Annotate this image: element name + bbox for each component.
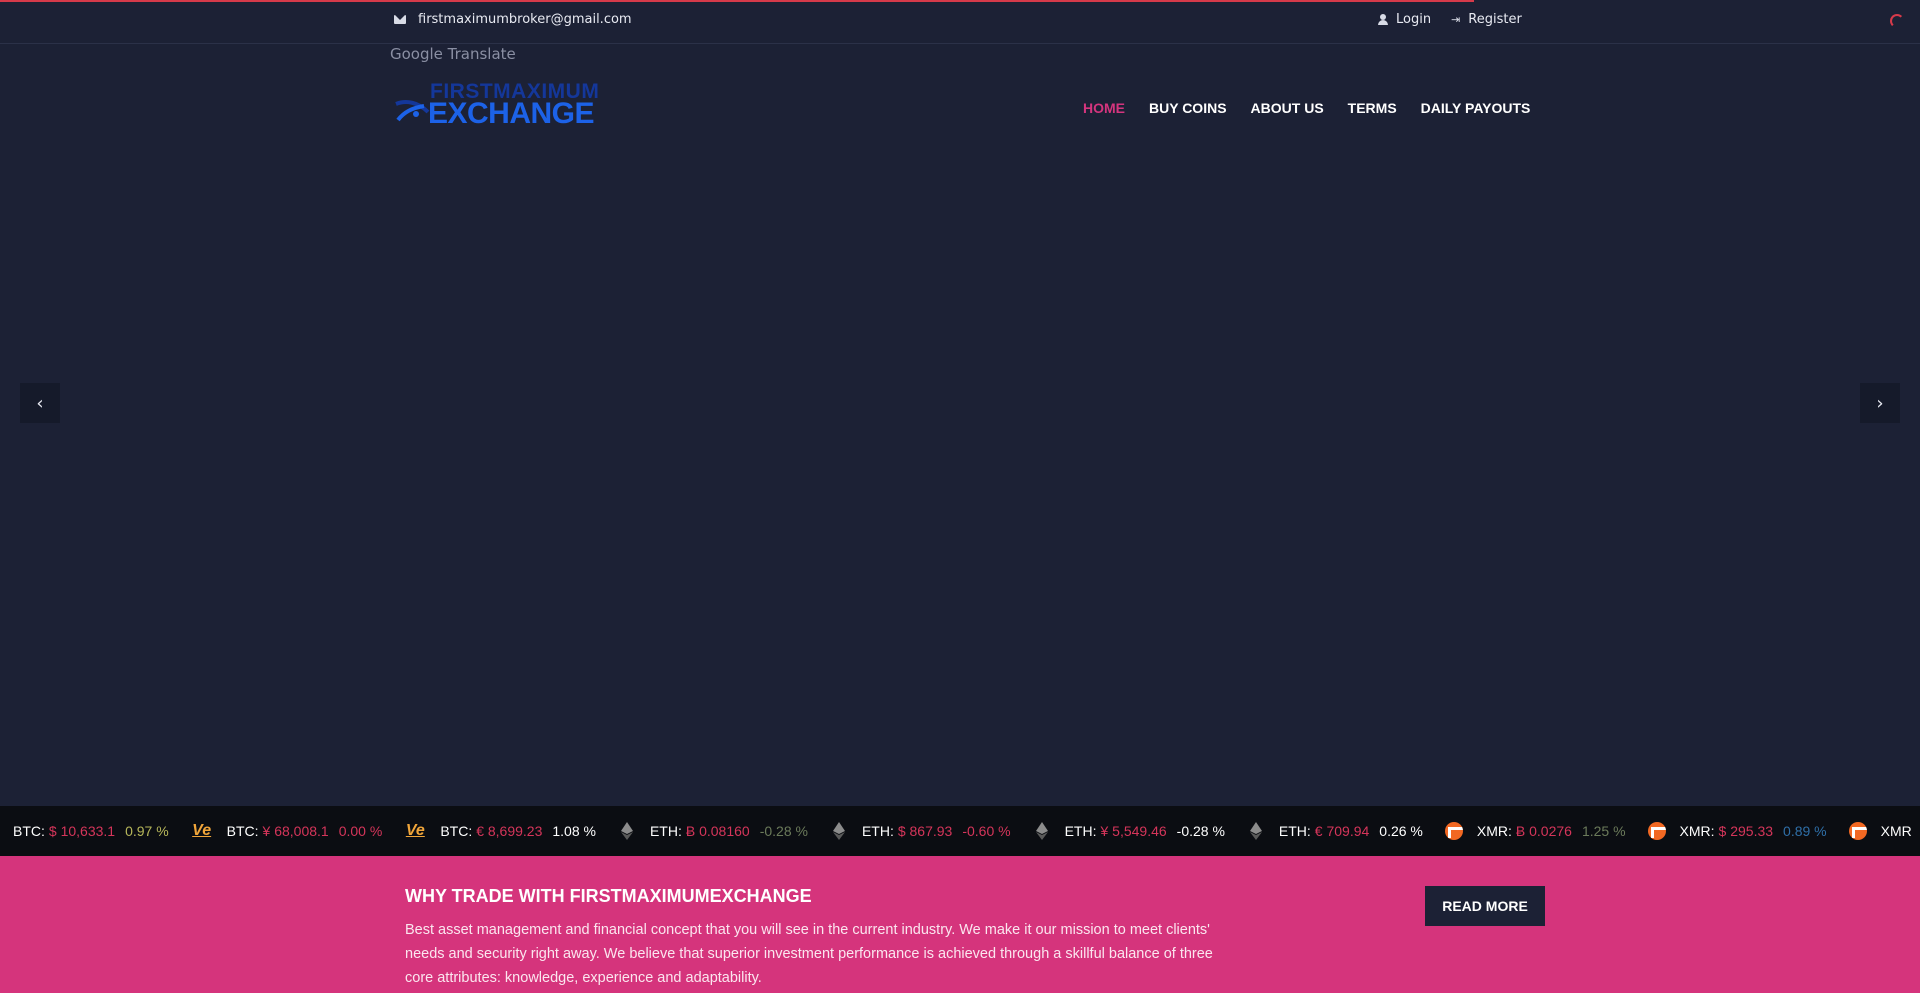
ticker-change: -0.28 % — [759, 823, 808, 839]
ticker-change: 1.08 % — [552, 823, 596, 839]
envelope-icon — [394, 15, 406, 24]
ticker-item: ETH: ¥ 5,549.46 -0.28 % — [1033, 822, 1225, 840]
register-link[interactable]: ⇥ Register — [1451, 12, 1522, 27]
site-logo[interactable]: FIRSTMAXIMUM EXCHANGE — [394, 80, 610, 130]
contact-email[interactable]: firstmaximumbroker@gmail.com — [394, 12, 632, 27]
ticker-item: ETH: € 709.94 0.26 % — [1247, 822, 1423, 840]
section-body: Best asset management and financial conc… — [405, 922, 1213, 986]
ethereum-icon — [1247, 822, 1265, 840]
ticker-price: Ƀ 0.08160 — [685, 823, 750, 839]
ticker-item: Ve BTC: € 8,699.23 1.08 % — [404, 822, 596, 840]
register-label: Register — [1468, 12, 1522, 27]
sign-in-icon: ⇥ — [1451, 13, 1461, 26]
main-nav: HOME BUY COINS ABOUT US TERMS DAILY PAYO… — [1083, 100, 1530, 116]
read-more-button[interactable]: READ MORE — [1425, 886, 1545, 926]
ticker-change: 0.26 % — [1379, 823, 1423, 839]
ticker-item: XMR: $ 295.33 0.89 % — [1647, 822, 1827, 840]
ticker-price: Ƀ 0.0276 — [1515, 823, 1572, 839]
crypto-price-ticker: BTC: $ 10,633.1 0.97 % Ve BTC: ¥ 68,008.1 0.00… — [0, 806, 1920, 856]
nav-item-buy-coins[interactable]: BUY COINS — [1149, 100, 1227, 116]
ticker-symbol: ETH: — [649, 823, 682, 839]
ticker-symbol: ETH: — [1064, 823, 1097, 839]
ethereum-icon — [1033, 822, 1051, 840]
ticker-price: ¥ 5,549.46 — [1100, 823, 1167, 839]
loading-spinner-icon — [1890, 14, 1904, 28]
logo-swoosh-icon — [395, 100, 430, 122]
ticker-change: 0.89 % — [1783, 823, 1827, 839]
ticker-symbol: BTC: — [440, 823, 473, 839]
ethereum-icon — [618, 822, 636, 840]
google-translate-widget[interactable]: Google Translate — [390, 45, 516, 63]
chevron-right-icon: › — [1876, 392, 1884, 414]
nav-item-about-us[interactable]: ABOUT US — [1251, 100, 1324, 116]
ticker-price: ¥ 68,008.1 — [262, 823, 329, 839]
ticker-symbol: XMR: — [1679, 823, 1715, 839]
nav-item-home[interactable]: HOME — [1083, 100, 1125, 116]
ticker-item: BTC: $ 10,633.1 0.97 % — [13, 823, 169, 839]
ticker-change: 0.97 % — [125, 823, 169, 839]
ticker-item: ETH: Ƀ 0.08160 -0.28 % — [618, 822, 808, 840]
slider-next-button[interactable]: › — [1860, 383, 1900, 423]
ticker-symbol: ETH: — [1278, 823, 1311, 839]
ticker-price: $ 867.93 — [897, 823, 953, 839]
ticker-item: XMR — [1848, 822, 1920, 840]
nav-item-daily-payouts[interactable]: DAILY PAYOUTS — [1421, 100, 1531, 116]
ticker-change: 0.00 % — [338, 823, 383, 839]
logo-main-text: EXCHANGE — [428, 97, 595, 130]
ticker-price: € 8,699.23 — [476, 823, 543, 839]
ve-coin-icon: Ve — [192, 822, 212, 839]
ticker-track: BTC: $ 10,633.1 0.97 % Ve BTC: ¥ 68,008.1 0.00… — [13, 822, 1920, 840]
monero-icon — [1848, 822, 1867, 840]
ticker-change: -0.60 % — [962, 823, 1011, 839]
ticker-symbol: XMR — [1880, 823, 1912, 839]
ticker-price: € 709.94 — [1314, 823, 1370, 839]
ve-coin-icon: Ve — [405, 822, 425, 839]
nav-item-terms[interactable]: TERMS — [1348, 100, 1397, 116]
auth-links: Login ⇥ Register — [1378, 12, 1522, 27]
ticker-symbol: BTC: — [226, 823, 259, 839]
ticker-item: XMR: Ƀ 0.0276 1.25 % — [1444, 822, 1626, 840]
ticker-price: $ 295.33 — [1718, 823, 1774, 839]
ticker-change: -0.28 % — [1176, 823, 1225, 839]
top-bar: firstmaximumbroker@gmail.com Login ⇥ Reg… — [0, 0, 1920, 44]
ticker-item: Ve BTC: ¥ 68,008.1 0.00 % — [191, 822, 383, 840]
monero-icon — [1647, 822, 1666, 840]
ticker-price: $ 10,633.1 — [48, 823, 116, 839]
ticker-symbol: XMR: — [1476, 823, 1512, 839]
why-trade-section: WHY TRADE WITH FIRSTMAXIMUMEXCHANGE Best… — [0, 856, 1920, 993]
login-label: Login — [1396, 12, 1432, 27]
ticker-symbol: ETH: — [861, 823, 894, 839]
ticker-symbol: BTC: — [13, 823, 45, 839]
chevron-left-icon: ‹ — [36, 392, 44, 414]
section-title: WHY TRADE WITH FIRSTMAXIMUMEXCHANGE — [405, 886, 812, 906]
monero-icon — [1444, 822, 1463, 840]
slider-prev-button[interactable]: ‹ — [20, 383, 60, 423]
user-icon — [1378, 14, 1388, 25]
contact-email-text: firstmaximumbroker@gmail.com — [418, 12, 632, 27]
ticker-item: ETH: $ 867.93 -0.60 % — [830, 822, 1011, 840]
ticker-change: 1.25 % — [1581, 823, 1626, 839]
ethereum-icon — [830, 822, 848, 840]
login-link[interactable]: Login — [1378, 12, 1431, 27]
